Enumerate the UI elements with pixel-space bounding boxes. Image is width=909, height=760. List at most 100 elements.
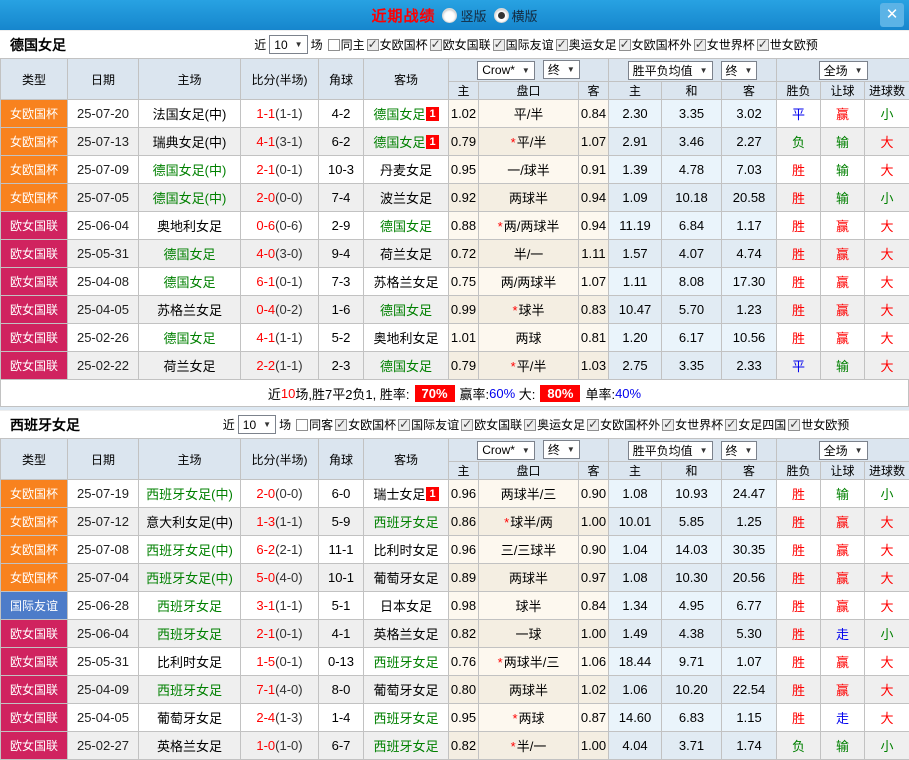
checkbox-checked-icon[interactable]	[757, 39, 769, 51]
match-type-cell: 女欧国杯	[1, 100, 68, 128]
filter-games-label: 场	[311, 36, 323, 53]
checkbox-unchecked-icon[interactable]	[328, 39, 340, 51]
checkbox-unchecked-icon[interactable]	[296, 419, 308, 431]
layout-option-horizontal[interactable]: 横版	[494, 6, 538, 25]
checkbox-checked-icon[interactable]	[725, 419, 737, 431]
filter-league-checkbox[interactable]: 女欧国杯外	[587, 416, 660, 433]
checkbox-checked-icon[interactable]	[335, 419, 347, 431]
handicap-name: 两/两球半	[501, 275, 557, 290]
avg-stage-select[interactable]: 终▼	[721, 61, 758, 80]
filter-league-checkbox[interactable]: 女世界杯	[694, 36, 755, 53]
halftime-score: (3-1)	[275, 134, 302, 149]
layout-option-vertical[interactable]: 竖版	[442, 6, 486, 25]
close-icon[interactable]	[880, 3, 904, 27]
handicap-result-cell: 赢	[821, 564, 865, 592]
away-team-cell: 德国女足	[364, 212, 449, 240]
handicap-cell: 三/三球半	[479, 536, 579, 564]
filter-league-checkbox[interactable]: 女欧国杯	[367, 36, 428, 53]
checkbox-checked-icon[interactable]	[556, 39, 568, 51]
avg-type-select[interactable]: 胜平负均值▼	[628, 61, 713, 80]
handicap-cell: *两球	[479, 704, 579, 732]
bookmaker-select[interactable]: Crow*▼	[477, 441, 535, 460]
sub-column-header: 主	[609, 82, 662, 100]
avg-away-cell: 1.17	[722, 212, 777, 240]
win-draw-loss-cell: 胜	[777, 324, 821, 352]
summary-segment: 70%	[415, 385, 455, 402]
avg-stage-select-value: 终	[726, 442, 738, 459]
filter-league-checkbox[interactable]: 国际友谊	[493, 36, 554, 53]
score-cell: 1-3(1-1)	[241, 508, 319, 536]
checkbox-checked-icon[interactable]	[788, 419, 800, 431]
match-count-select[interactable]: 10▼	[238, 415, 276, 434]
checkbox-checked-icon[interactable]	[430, 39, 442, 51]
away-odds-cell: 1.11	[579, 240, 609, 268]
corner-count-cell: 10-1	[319, 564, 364, 592]
filter-league-checkbox[interactable]: 欧女国联	[430, 36, 491, 53]
avg-stage-select[interactable]: 终▼	[721, 441, 758, 460]
checkbox-checked-icon[interactable]	[587, 419, 599, 431]
filter-league-checkbox[interactable]: 世女欧预	[788, 416, 849, 433]
score-cell: 2-0(0-0)	[241, 184, 319, 212]
scope-select[interactable]: 全场▼	[819, 61, 868, 80]
avg-type-select[interactable]: 胜平负均值▼	[628, 441, 713, 460]
handicap-cell: *球半	[479, 296, 579, 324]
checkbox-label: 世女欧预	[801, 416, 849, 433]
avg-home-cell: 14.60	[609, 704, 662, 732]
filter-league-checkbox[interactable]: 奥运女足	[524, 416, 585, 433]
checkbox-checked-icon[interactable]	[524, 419, 536, 431]
filter-league-checkbox[interactable]: 女世界杯	[662, 416, 723, 433]
checkbox-label: 欧女国联	[443, 36, 491, 53]
halftime-score: (3-0)	[275, 246, 302, 261]
filter-league-checkbox[interactable]: 女欧国杯	[335, 416, 396, 433]
checkbox-checked-icon[interactable]	[461, 419, 473, 431]
avg-draw-cell: 3.35	[662, 352, 722, 380]
corner-count-cell: 1-4	[319, 704, 364, 732]
table-row: 欧女国联25-02-26德国女足4-1(1-1)5-2奥地利女足1.01两球0.…	[1, 324, 909, 352]
radio-checked-icon[interactable]	[494, 8, 509, 23]
away-odds-cell: 0.87	[579, 704, 609, 732]
checkbox-checked-icon[interactable]	[662, 419, 674, 431]
filter-league-checkbox[interactable]: 世女欧预	[757, 36, 818, 53]
radio-unchecked-icon[interactable]	[442, 8, 457, 23]
over-under-cell: 大	[865, 324, 909, 352]
home-team-cell: 英格兰女足	[139, 732, 241, 760]
filter-league-checkbox[interactable]: 奥运女足	[556, 36, 617, 53]
score-cell: 4-1(3-1)	[241, 128, 319, 156]
odds-stage-select[interactable]: 终▼	[543, 60, 580, 79]
checkbox-checked-icon[interactable]	[694, 39, 706, 51]
handicap-name: 两/两球半	[504, 219, 560, 234]
match-count-select[interactable]: 10▼	[269, 35, 307, 54]
corner-count-cell: 2-9	[319, 212, 364, 240]
checkbox-checked-icon[interactable]	[493, 39, 505, 51]
checkbox-checked-icon[interactable]	[367, 39, 379, 51]
checkbox-label: 同主	[341, 36, 365, 53]
sub-column-header: 和	[662, 462, 722, 480]
checkbox-checked-icon[interactable]	[398, 419, 410, 431]
match-date-cell: 25-07-13	[68, 128, 139, 156]
away-team-cell: 苏格兰女足	[364, 268, 449, 296]
odds-stage-select[interactable]: 终▼	[543, 440, 580, 459]
filter-league-checkbox[interactable]: 女欧国杯外	[619, 36, 692, 53]
table-row: 女欧国杯25-07-20法国女足(中)1-1(1-1)4-2德国女足11.02平…	[1, 100, 909, 128]
match-type-cell: 欧女国联	[1, 268, 68, 296]
bookmaker-select[interactable]: Crow*▼	[477, 61, 535, 80]
filter-same-venue-checkbox[interactable]: 同客	[296, 416, 333, 433]
filter-league-checkbox[interactable]: 欧女国联	[461, 416, 522, 433]
match-type-cell: 欧女国联	[1, 240, 68, 268]
filter-league-checkbox[interactable]: 女足四国	[725, 416, 786, 433]
dropdown-arrow-icon: ▼	[745, 66, 753, 75]
column-header: 比分(半场)	[241, 59, 319, 100]
filter-near-label: 近	[254, 36, 266, 53]
filter-league-checkbox[interactable]: 国际友谊	[398, 416, 459, 433]
corner-count-cell: 5-1	[319, 592, 364, 620]
odds-group-header: Crow*▼ 终▼	[449, 439, 609, 462]
home-odds-cell: 0.98	[449, 592, 479, 620]
avg-draw-cell: 4.38	[662, 620, 722, 648]
checkbox-label: 国际友谊	[411, 416, 459, 433]
filter-same-venue-checkbox[interactable]: 同主	[328, 36, 365, 53]
avg-draw-cell: 10.18	[662, 184, 722, 212]
scope-select[interactable]: 全场▼	[819, 441, 868, 460]
sub-column-header: 客	[579, 462, 609, 480]
checkbox-checked-icon[interactable]	[619, 39, 631, 51]
handicap-result-cell: 赢	[821, 592, 865, 620]
